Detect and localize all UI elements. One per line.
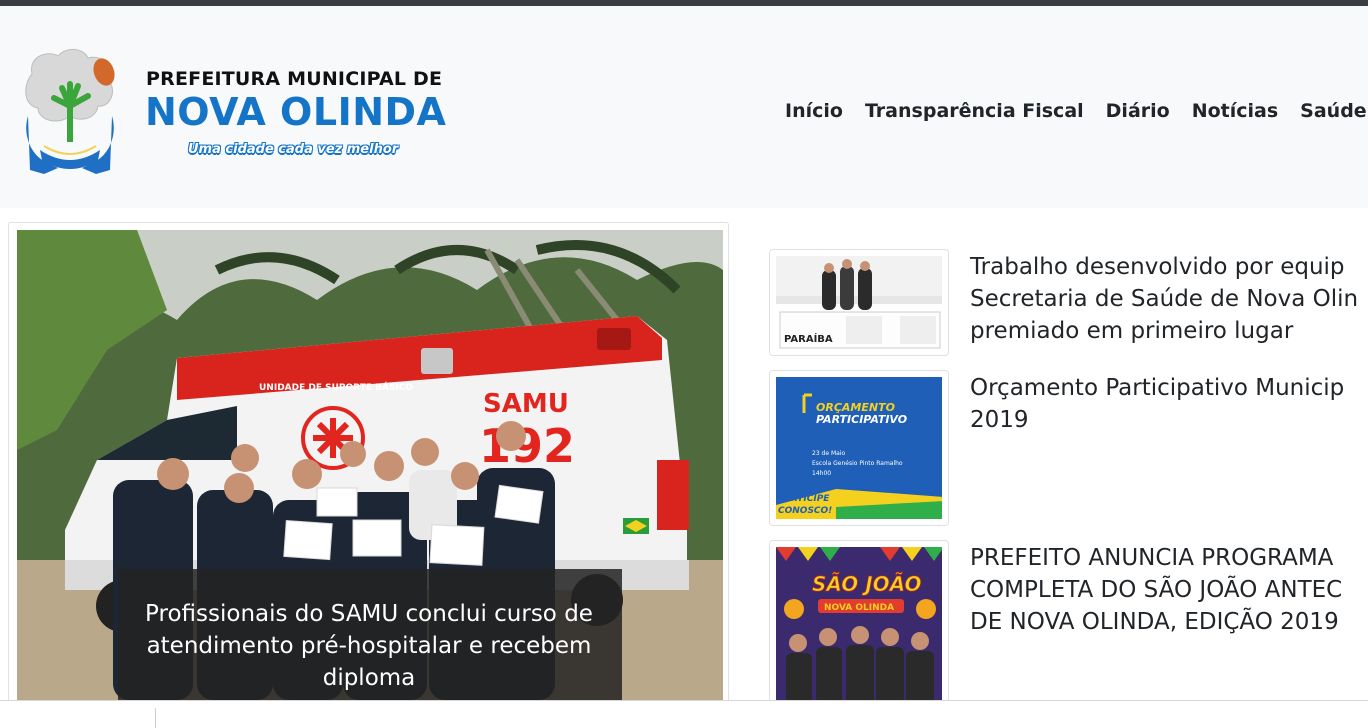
bottom-bar (0, 700, 1368, 728)
nav-item-inicio[interactable]: Início (785, 100, 843, 122)
news-list-item[interactable]: PARAÍBA Trabalho desenvolvido por equip … (769, 249, 1368, 359)
news-title-line: Orçamento Participativo Municip (970, 375, 1345, 401)
poster-sao-joao: SÃO JOÃO (812, 572, 922, 596)
nav-item-saude-label: Saúde (1300, 100, 1367, 122)
featured-article-caption[interactable]: Profissionais do SAMU conclui curso de a… (117, 598, 621, 694)
news-title[interactable]: Trabalho desenvolvido por equip Secretar… (970, 251, 1358, 347)
brand-name[interactable]: NOVA OLINDA (145, 90, 446, 134)
news-list-item[interactable]: SÃO JOÃO NOVA OLINDA PREFEITO ANUNCIA PR… (769, 540, 1368, 710)
thumb-text-paraiba: PARAÍBA (784, 332, 833, 345)
news-thumbnail[interactable]: SÃO JOÃO NOVA OLINDA (769, 540, 949, 710)
news-title[interactable]: Orçamento Participativo Municip 2019 (970, 372, 1344, 436)
main-nav: Início Transparência Fiscal Diário Notíc… (785, 100, 1368, 122)
news-list-item[interactable]: ORÇAMENTO PARTICIPATIVO 23 de Maio Escol… (769, 370, 1368, 526)
sao-joao-poster: SÃO JOÃO NOVA OLINDA (776, 547, 942, 703)
poster-line-2: Escola Genésio Pinto Ramalho (812, 460, 903, 467)
news-title-line: premiado em primeiro lugar (970, 318, 1294, 344)
orcamento-participativo-poster: ORÇAMENTO PARTICIPATIVO 23 de Maio Escol… (776, 377, 942, 519)
poster-line-1: 23 de Maio (812, 450, 845, 457)
news-title[interactable]: PREFEITO ANUNCIA PROGRAMA COMPLETA DO SÃ… (970, 542, 1342, 638)
news-title-line: COMPLETA DO SÃO JOÃO ANTEC (970, 577, 1343, 603)
news-title-line: 2019 (970, 407, 1029, 433)
poster-nova-olinda: NOVA OLINDA (824, 603, 894, 613)
municipal-emblem-icon[interactable] (18, 46, 122, 180)
nav-item-transparencia-fiscal[interactable]: Transparência Fiscal (865, 100, 1084, 122)
ambulance-label: UNIDADE DE SUPORTE BÁSICO (259, 381, 413, 393)
nav-item-diario[interactable]: Diário (1106, 100, 1170, 122)
news-title-line: PREFEITO ANUNCIA PROGRAMA (970, 545, 1334, 571)
site-header: PREFEITURA MUNICIPAL DE NOVA OLINDA Uma … (0, 6, 1368, 208)
poster-line-3: 14h00 (812, 470, 831, 477)
news-title-line: DE NOVA OLINDA, EDIÇÃO 2019 (970, 609, 1339, 635)
nav-item-saude[interactable]: Saúde (1300, 100, 1368, 122)
brand-top-line: PREFEITURA MUNICIPAL DE (146, 68, 443, 90)
poster-title-2: PARTICIPATIVO (816, 413, 907, 426)
nav-item-noticias[interactable]: Notícias (1192, 100, 1278, 122)
divider (155, 708, 156, 728)
news-thumbnail[interactable]: ORÇAMENTO PARTICIPATIVO 23 de Maio Escol… (769, 370, 949, 526)
poster-cta-1: PARTICIPE (778, 494, 830, 504)
poster-cta-2: CONOSCO! (778, 506, 832, 516)
brand-slogan: Uma cidade cada vez melhor (188, 142, 399, 157)
news-title-line: Trabalho desenvolvido por equip (970, 254, 1345, 280)
samu-number: 192 (479, 419, 575, 473)
news-title-line: Secretaria de Saúde de Nova Olin (970, 286, 1359, 312)
award-photo: PARAÍBA (776, 256, 942, 349)
samu-label: SAMU (483, 389, 569, 419)
news-thumbnail[interactable]: PARAÍBA (769, 249, 949, 356)
